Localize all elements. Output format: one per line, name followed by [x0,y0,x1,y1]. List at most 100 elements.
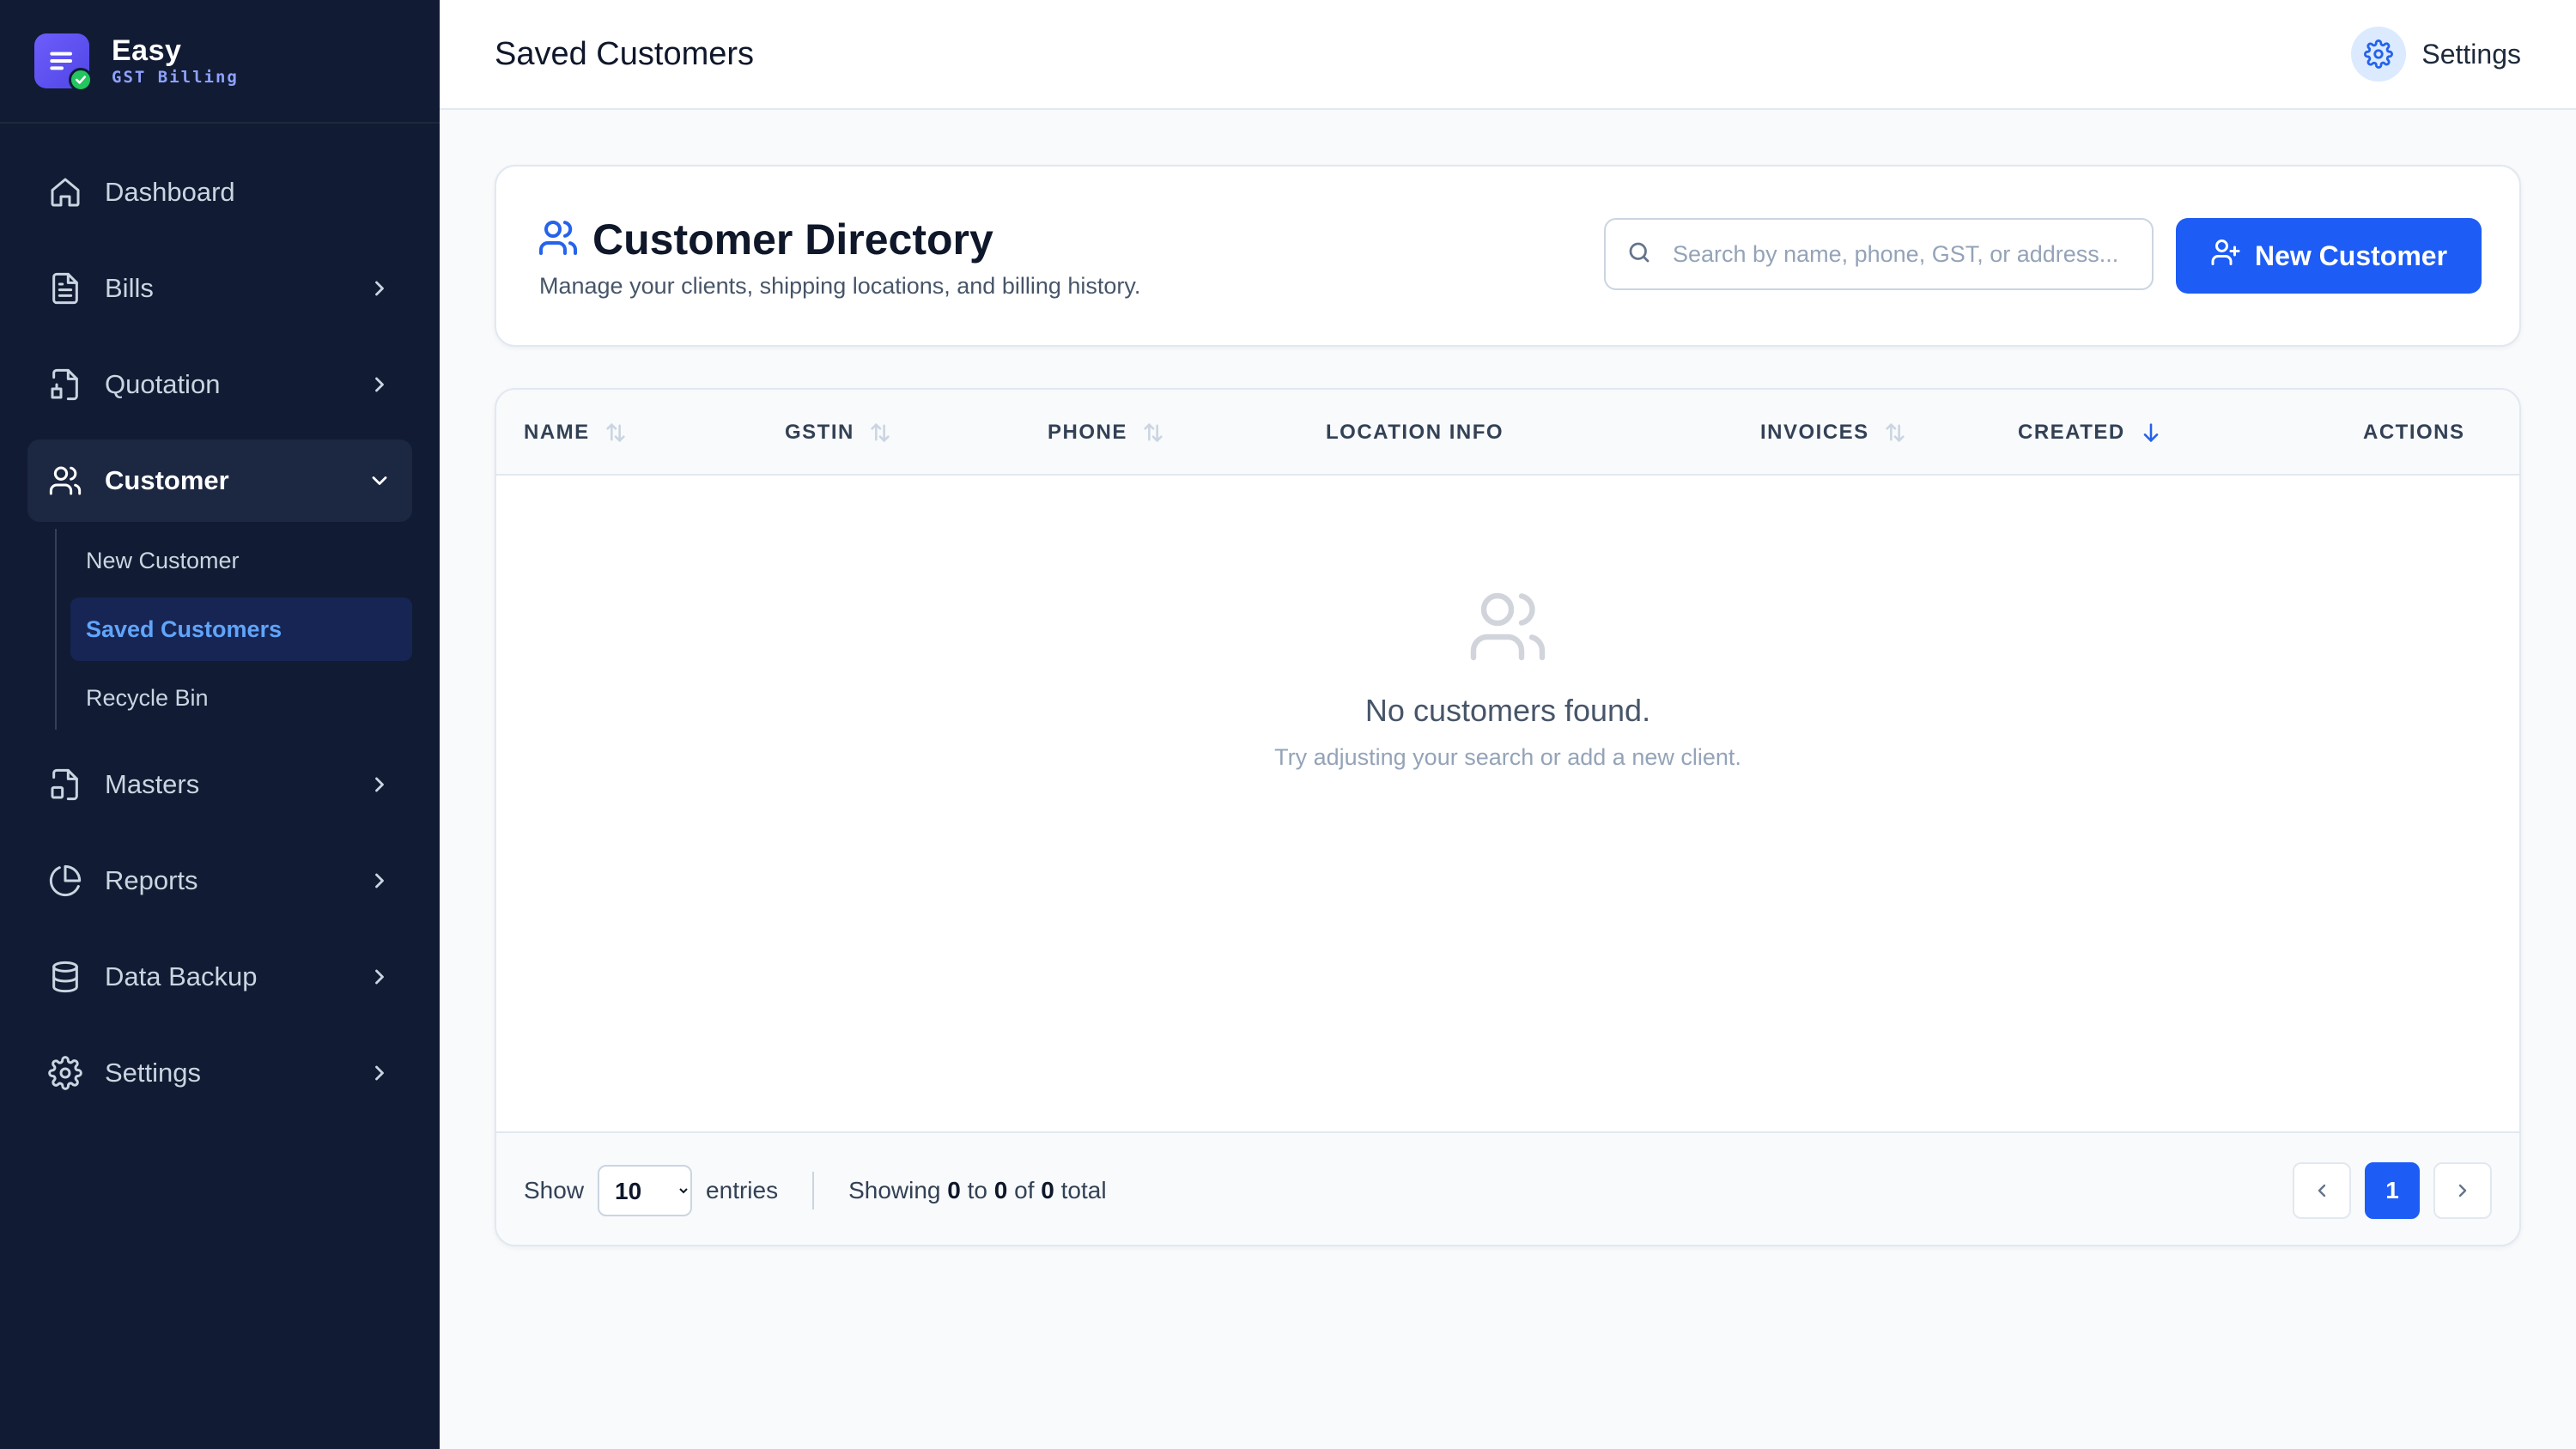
brand-name: Easy [112,34,182,67]
sidebar-item-data-backup[interactable]: Data Backup [27,936,412,1018]
arrow-down-icon [2143,423,2159,442]
sort-icon [1144,423,1163,442]
settings-button[interactable]: Settings [2351,27,2521,82]
next-page-button[interactable] [2433,1162,2492,1219]
submenu-item-new-customer[interactable]: New Customer [70,529,412,592]
sidebar-item-customer[interactable]: Customer [27,440,412,522]
users-icon [48,464,82,498]
submenu-item-recycle-bin[interactable]: Recycle Bin [70,666,412,730]
sidebar-item-label: Settings [105,1058,202,1088]
sidebar-item-settings[interactable]: Settings [27,1032,412,1114]
column-header-gstin[interactable]: GSTIN [785,390,892,476]
column-label: PHONE [1048,421,1127,444]
chevron-right-icon [368,276,392,300]
column-label: GSTIN [785,421,854,444]
sidebar-item-reports[interactable]: Reports [27,840,412,922]
sort-icon [606,423,625,442]
chevron-right-icon [368,965,392,989]
chevron-right-icon [368,773,392,797]
chevron-right-icon [368,373,392,397]
gear-icon [48,1056,82,1090]
page-title: Saved Customers [495,35,755,72]
footer-divider [812,1172,815,1210]
empty-title: No customers found. [1364,693,1651,728]
search-input[interactable] [1673,240,2136,268]
document-check-icon [34,33,93,92]
search-icon [1626,239,1652,270]
settings-label: Settings [2421,38,2521,70]
sidebar-item-label: Quotation [105,369,221,399]
users-icon [496,585,2519,672]
showing-from: 0 [947,1177,961,1203]
masters-icon [48,767,82,802]
column-header-name[interactable]: NAME [524,390,628,476]
showing-total-label: total [1060,1177,1107,1203]
showing-prefix: Showing [848,1177,941,1203]
search-box[interactable] [1604,218,2154,290]
empty-state: No customers found. Try adjusting your s… [496,585,2519,771]
column-label: CREATED [2018,421,2125,444]
column-header-created[interactable]: CREATED [2018,390,2163,476]
sidebar-item-label: Masters [105,769,200,799]
sidebar-item-dashboard[interactable]: Dashboard [27,151,412,233]
document-icon [48,271,82,306]
show-label: Show [524,1177,585,1203]
sort-icon [871,423,890,442]
directory-title: Customer Directory [592,215,993,264]
showing-to-label: to [967,1177,987,1203]
chevron-down-icon [368,469,392,493]
column-header-invoices[interactable]: INVOICES [1760,390,1907,476]
page-size-select[interactable]: 10 [598,1165,693,1216]
new-customer-label: New Customer [2254,239,2448,271]
pagination: 1 [2279,1162,2492,1219]
column-label: NAME [524,421,590,444]
pie-chart-icon [48,864,82,898]
sidebar-item-label: Reports [105,865,198,895]
table-header: NAME GSTIN PHONE LOCATION INFO INVOICES … [496,390,2519,476]
gear-icon [2351,27,2407,82]
column-label: INVOICES [1760,421,1869,444]
sidebar-item-quotation[interactable]: Quotation [27,343,412,426]
sidebar-nav: Dashboard Bills Quotation Customer New C… [0,124,440,1114]
column-header-actions: ACTIONS [2363,390,2465,476]
column-header-phone[interactable]: PHONE [1048,390,1165,476]
customer-submenu: New Customer Saved Customers Recycle Bin [55,529,412,730]
quotation-icon [48,367,82,402]
sidebar-item-bills[interactable]: Bills [27,247,412,330]
brand-subtitle: GST Billing [112,68,239,87]
sidebar: Easy GST Billing Dashboard Bills Quotati… [0,0,440,1449]
showing-to: 0 [993,1177,1008,1203]
user-plus-icon [2210,237,2255,275]
submenu-item-saved-customers[interactable]: Saved Customers [70,597,412,661]
users-icon [538,217,579,263]
chevron-right-icon [2458,1184,2467,1197]
showing-total: 0 [1041,1177,1054,1203]
sidebar-item-masters[interactable]: Masters [27,743,412,826]
brand[interactable]: Easy GST Billing [0,0,440,124]
column-label: ACTIONS [2363,421,2465,444]
home-icon [48,175,82,209]
showing-summary: Showing 0 to 0 of 0 total [848,1177,1106,1204]
sort-icon [1886,423,1905,442]
database-icon [48,960,82,994]
directory-subtitle: Manage your clients, shipping locations,… [539,273,1141,299]
sidebar-item-label: Dashboard [105,177,235,207]
sidebar-item-label: Customer [105,465,229,495]
showing-of-label: of [1014,1177,1035,1203]
new-customer-button[interactable]: New Customer [2176,218,2482,294]
sidebar-item-label: Data Backup [105,961,258,991]
check-icon [69,68,93,92]
empty-subtitle: Try adjusting your search or add a new c… [1274,744,1741,770]
chevron-right-icon [368,869,392,893]
previous-page-button[interactable] [2293,1162,2351,1219]
page-button-current[interactable]: 1 [2365,1162,2420,1219]
column-header-location-info: LOCATION INFO [1326,390,1504,476]
column-label: LOCATION INFO [1326,421,1504,444]
customer-directory-header: Customer Directory Manage your clients, … [495,165,2521,347]
sidebar-item-label: Bills [105,273,154,303]
chevron-right-icon [368,1061,392,1085]
topbar: Saved Customers Settings [440,0,2576,110]
customers-table: NAME GSTIN PHONE LOCATION INFO INVOICES … [495,388,2521,1246]
chevron-left-icon [2318,1184,2326,1197]
entries-label: entries [706,1177,779,1203]
